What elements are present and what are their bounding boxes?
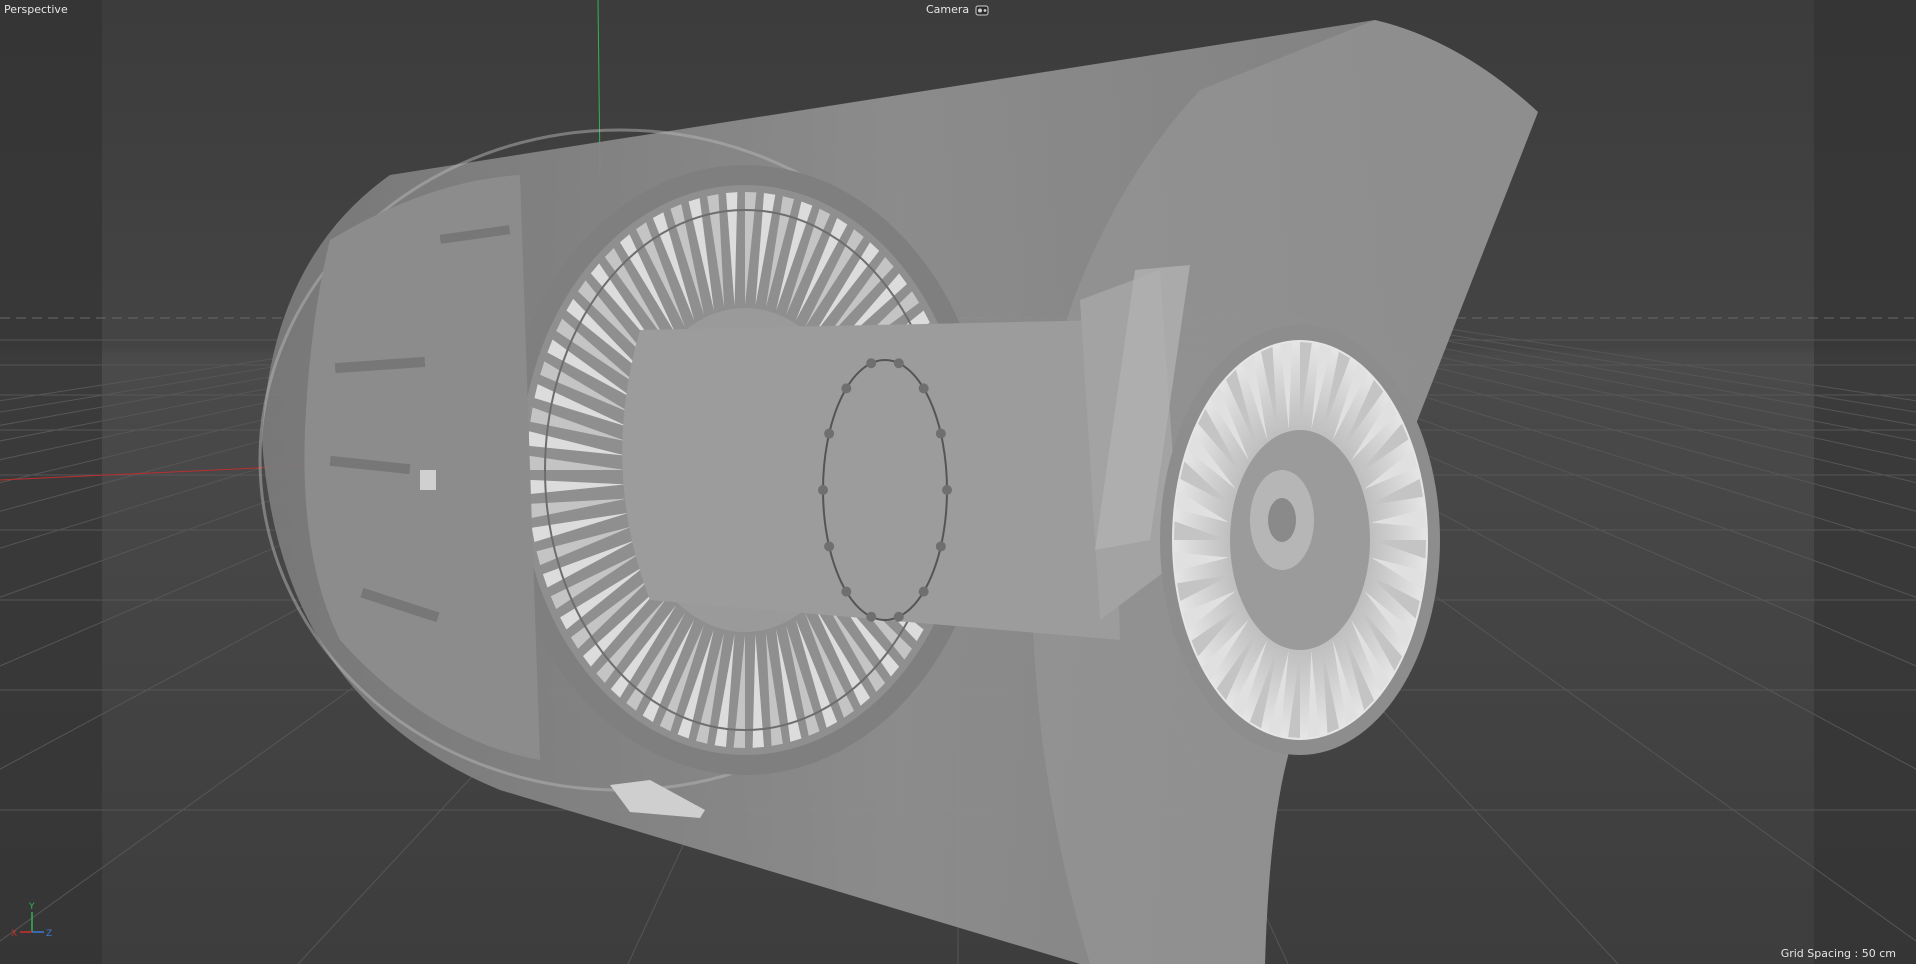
axis-gizmo: Y X Z [11,902,52,939]
viewport-scene[interactable] [0,0,1916,964]
view-name-label[interactable]: Perspective [4,3,68,17]
camera-icon[interactable] [975,4,989,16]
axis-y-label: Y [28,902,35,912]
axis-z-label: Z [46,929,52,939]
safe-frame-left [0,0,102,964]
3d-viewport[interactable]: Perspective Camera Y X Z Grid Spacing : … [0,0,1916,964]
axis-x-label: X [11,929,17,939]
camera-label[interactable]: Camera [926,3,969,17]
camera-selector[interactable]: Camera [926,3,989,17]
grid-spacing-label: Grid Spacing : 50 cm [1780,947,1896,960]
safe-frame-right [1814,0,1916,964]
rear-turbine[interactable] [1160,325,1440,755]
